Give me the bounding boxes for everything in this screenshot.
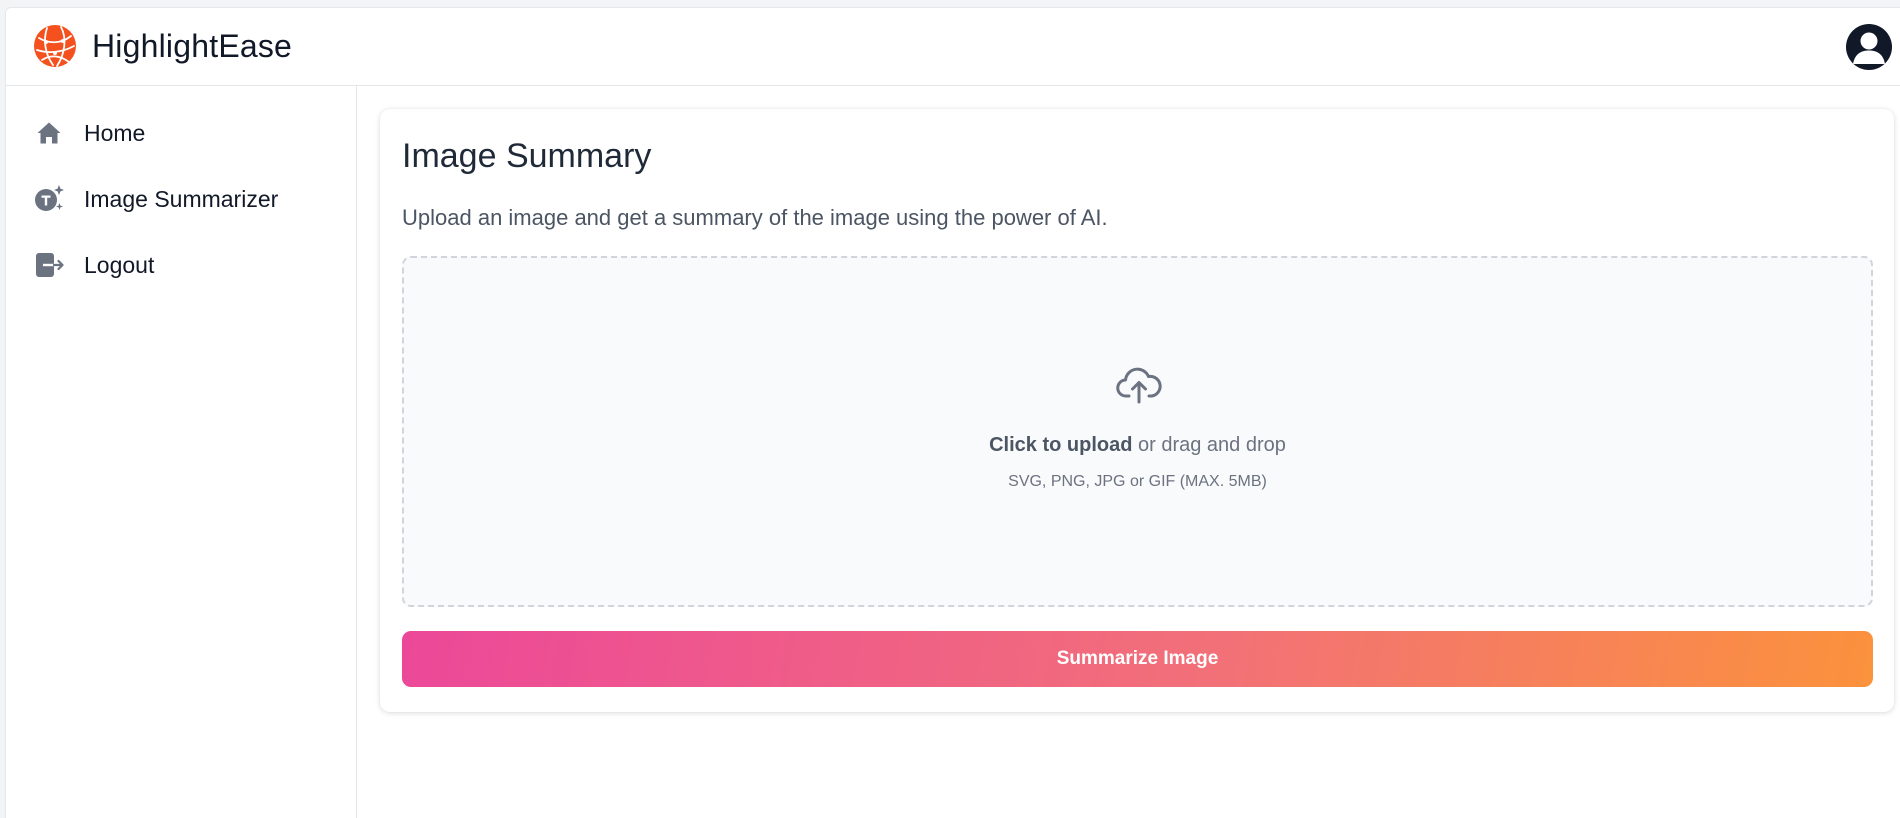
click-to-upload-text[interactable]: Click to upload (989, 434, 1132, 456)
brand-link[interactable]: HighlightEase (33, 24, 292, 68)
globe-logo-icon (34, 25, 76, 67)
image-summary-card: Image Summary Upload an image and get a … (380, 109, 1894, 712)
user-avatar[interactable] (1846, 24, 1892, 70)
user-avatar-icon (1853, 32, 1885, 64)
sidebar-item-home[interactable]: Home (34, 113, 145, 153)
sidebar-item-label: Logout (84, 251, 155, 278)
text-sparkle-icon (34, 184, 64, 214)
page-title: Image Summary (402, 137, 652, 175)
top-navbar: HighlightEase (6, 8, 1900, 86)
sidebar-item-label: Image Summarizer (84, 185, 279, 212)
sidebar-item-image-summarizer[interactable]: Image Summarizer (34, 179, 278, 219)
drag-drop-text: or drag and drop (1132, 434, 1286, 456)
sidebar-item-logout[interactable]: Logout (34, 245, 154, 285)
logout-icon (34, 250, 64, 280)
summarize-image-button[interactable]: Summarize Image (402, 631, 1873, 687)
file-types-hint: SVG, PNG, JPG or GIF (MAX. 5MB) (1008, 473, 1267, 490)
file-dropzone[interactable]: Click to upload or drag and drop SVG, PN… (402, 256, 1873, 607)
app-window: HighlightEase Home Image Summarizer Logo… (5, 7, 1900, 818)
cloud-upload-icon (1116, 367, 1162, 404)
sidebar: Home Image Summarizer Logout (6, 86, 357, 818)
sidebar-item-label: Home (84, 119, 146, 146)
home-icon (34, 118, 64, 148)
app-name: HighlightEase (92, 27, 293, 64)
upload-instructions: Click to upload or drag and drop (404, 434, 1871, 457)
page-description: Upload an image and get a summary of the… (402, 205, 1108, 230)
